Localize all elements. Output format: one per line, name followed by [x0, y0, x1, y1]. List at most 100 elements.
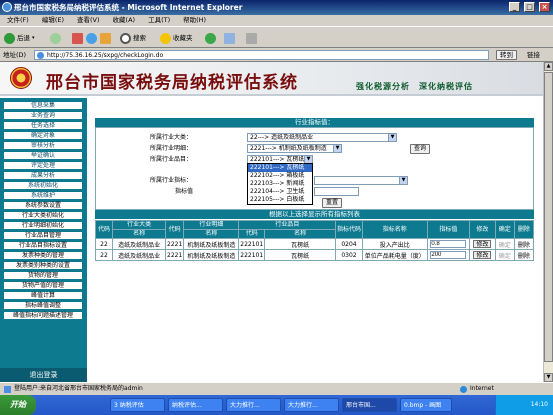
label-category: 所属行业大类：: [150, 134, 193, 141]
task-button[interactable]: 大力推行...: [226, 398, 281, 412]
indicator-value-field[interactable]: [430, 240, 467, 248]
stop-button[interactable]: [72, 32, 83, 45]
table-row: 22 造纸及纸制品业 2221 机制纸及纸板制造 222101 瓦楞纸 0302…: [95, 249, 535, 261]
sidebar-subitem-item-manage[interactable]: 行业品目管理: [3, 231, 83, 240]
sidebar-item-business-query[interactable]: 业务查询: [3, 111, 83, 120]
sidebar-subitem-detail-init[interactable]: 行业明细初始化: [3, 221, 83, 230]
task-button[interactable]: 3 纳税评估: [110, 398, 165, 412]
sidebar-item-assessment[interactable]: 评定处理: [3, 161, 83, 170]
home-button[interactable]: [100, 32, 111, 45]
home-icon: [100, 33, 111, 44]
sidebar-subitem-peak-adjust[interactable]: 指标峰值调整: [3, 301, 83, 310]
task-button[interactable]: 大力推行...: [284, 398, 339, 412]
media-button[interactable]: [205, 32, 216, 45]
group-item: 行业品目: [238, 220, 337, 230]
dropdown-option[interactable]: 222103---> 新闻纸: [248, 180, 312, 188]
menu-file[interactable]: 文件(F): [7, 16, 29, 24]
task-button[interactable]: 纳税评估...: [168, 398, 223, 412]
sidebar-item-system-init[interactable]: 系统初始化: [3, 181, 83, 190]
sidebar-item-system-maintenance[interactable]: 系统维护: [3, 191, 83, 200]
confirm-button[interactable]: 确定: [499, 253, 511, 260]
col-category-name: 名称: [111, 229, 167, 239]
select-indicator[interactable]: ▼: [314, 176, 408, 185]
task-button[interactable]: 邢台市国...: [342, 398, 397, 412]
sidebar-subitem-item-indicator[interactable]: 行业品目指标设置: [3, 241, 83, 250]
group-category: 行业大类: [111, 220, 167, 230]
clock[interactable]: 14:10: [531, 401, 548, 408]
query-button[interactable]: 查询: [410, 144, 430, 154]
menu-favorites[interactable]: 收藏(A): [113, 16, 136, 24]
menu-help[interactable]: 帮助(H): [183, 16, 206, 24]
status-bar: 登陆用户:来自河北省邢台市国家税务局的admin Internet: [0, 382, 553, 395]
address-bar: 地址(D) http://75.36.16.25/sxpg/checkLogin…: [0, 48, 553, 62]
dropdown-option[interactable]: 222104---> 卫生纸: [248, 188, 312, 196]
label-detail: 所属行业明细：: [150, 145, 193, 152]
dropdown-option[interactable]: 222102---> 箱板纸: [248, 172, 312, 180]
menu-view[interactable]: 查看(V): [77, 16, 100, 24]
print-button[interactable]: [246, 32, 257, 45]
scroll-thumb[interactable]: [544, 72, 553, 362]
edit-button[interactable]: 修改: [473, 251, 492, 259]
scroll-down-icon[interactable]: ▼: [544, 373, 553, 382]
reset-button[interactable]: 重置: [322, 198, 342, 208]
edit-button[interactable]: 修改: [473, 240, 492, 248]
go-button[interactable]: 转到: [496, 50, 517, 60]
sidebar-subitem-peak-calc[interactable]: 峰值计算: [3, 291, 83, 300]
refresh-button[interactable]: [86, 32, 97, 45]
sidebar-subitem-peak-description[interactable]: 峰值指标问题描述管理: [3, 311, 83, 320]
menu-tools[interactable]: 工具(T): [148, 16, 170, 24]
sidebar-subitem-goods-output[interactable]: 货物产值的管理: [3, 281, 83, 290]
delete-button[interactable]: 删除: [518, 242, 530, 249]
mail-button[interactable]: [224, 32, 235, 45]
confirm-button[interactable]: 确定: [499, 242, 511, 249]
indicator-value-input[interactable]: [314, 187, 359, 196]
sidebar-item-info-collect[interactable]: 信息采集: [3, 101, 83, 110]
scroll-up-icon[interactable]: ▲: [544, 62, 553, 71]
forward-button[interactable]: [50, 32, 61, 45]
dropdown-option[interactable]: 222105---> 白板纸: [248, 196, 312, 204]
sidebar-subitem-invoice-category[interactable]: 发票类别种类的设置: [3, 261, 83, 270]
indicator-value-field[interactable]: [430, 251, 467, 259]
sidebar-subitem-category-init[interactable]: 行业大类初始化: [3, 211, 83, 220]
sidebar-subitem-params[interactable]: 系统参数设置: [3, 201, 83, 210]
select-detail[interactable]: 2221---> 机制纸及纸板制造 ▼: [247, 144, 342, 153]
chevron-down-icon: ▼: [399, 177, 407, 184]
dropdown-option[interactable]: 222101---> 瓦楞纸: [248, 164, 312, 172]
address-input[interactable]: http://75.36.16.25/sxpg/checkLogin.do: [34, 50, 489, 60]
sidebar-item-audit-analysis[interactable]: 审核分析: [3, 141, 83, 150]
label-value: 指标值: [175, 188, 194, 195]
sidebar-item-task-select[interactable]: 任务选择: [3, 121, 83, 130]
select-category[interactable]: 22---> 造纸及纸制品业 ▼: [247, 133, 397, 142]
sidebar-item-evidence-confirm[interactable]: 举证确认: [3, 151, 83, 160]
internet-globe-icon: [460, 386, 467, 393]
col-indicator-code: 指标代码: [335, 220, 363, 239]
back-button[interactable]: 后退 ▾: [4, 32, 35, 45]
task-button[interactable]: 0.bmp - 画图: [400, 398, 452, 412]
col-indicator-value: 指标值: [426, 220, 471, 239]
site-title: 邢台市国家税务局纳税评估系统: [46, 73, 298, 93]
sidebar-item-result-analysis[interactable]: 成果分析: [3, 171, 83, 180]
logout-button[interactable]: 退出登录: [0, 368, 87, 382]
star-icon: [160, 33, 171, 44]
search-icon: [120, 33, 131, 44]
col-detail-name: 名称: [183, 229, 240, 239]
chevron-down-icon: ▼: [304, 156, 312, 163]
sidebar-subitem-invoice-type[interactable]: 发票种类的管理: [3, 251, 83, 260]
sidebar-item-determine-target[interactable]: 确定对象: [3, 131, 83, 140]
menu-edit[interactable]: 编辑(E): [42, 16, 64, 24]
col-confirm: 确定: [494, 220, 515, 239]
maximize-button[interactable]: □: [524, 2, 535, 12]
delete-button[interactable]: 删除: [518, 253, 530, 260]
print-icon: [246, 33, 257, 44]
favorites-button[interactable]: 收藏夹: [160, 32, 193, 45]
vertical-scrollbar[interactable]: ▲ ▼: [543, 62, 553, 382]
minimize-button[interactable]: _: [509, 2, 520, 12]
system-tray: 14:10: [495, 395, 553, 415]
close-button[interactable]: ×: [539, 2, 550, 12]
window-title: 邢台市国家税务局纳税评估系统 - Microsoft Internet Expl…: [14, 3, 243, 12]
start-button[interactable]: 开始: [0, 395, 36, 415]
links-label[interactable]: 链接: [527, 48, 540, 62]
sidebar-subitem-goods[interactable]: 货物的管理: [3, 271, 83, 280]
search-button[interactable]: 搜索: [120, 32, 146, 45]
col-delete: 删除: [513, 220, 535, 239]
